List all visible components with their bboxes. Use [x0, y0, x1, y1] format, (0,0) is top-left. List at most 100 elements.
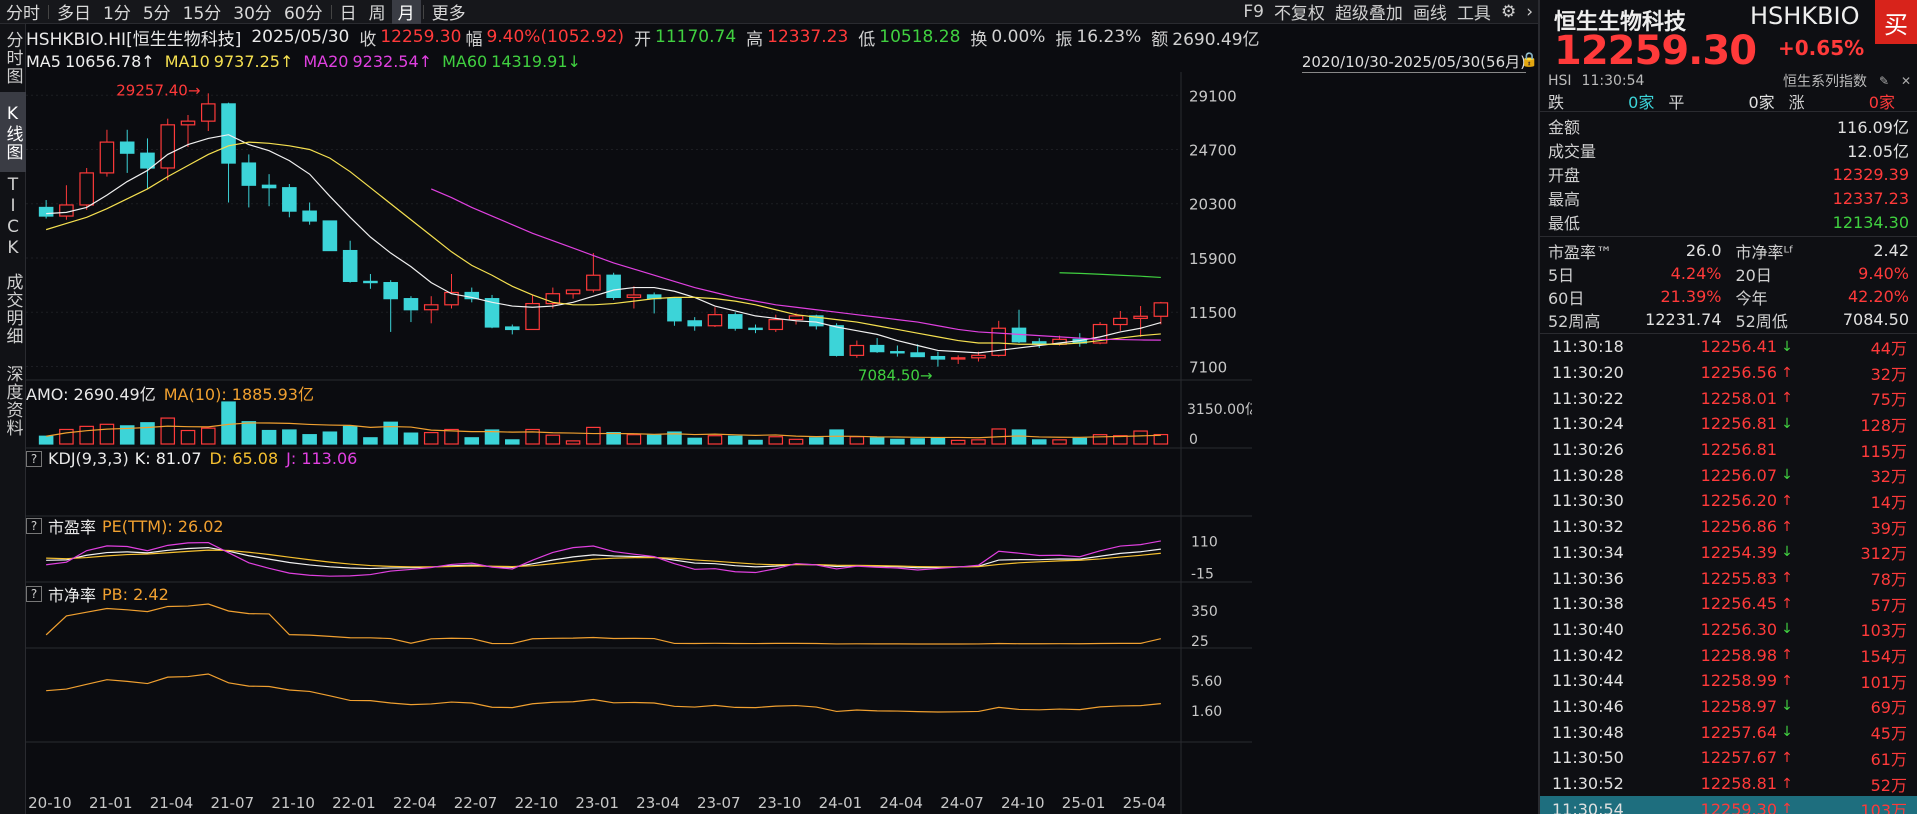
- candle-body[interactable]: [59, 204, 74, 217]
- candle-body[interactable]: [261, 184, 277, 189]
- tick-row[interactable]: 11:30:38 12256.45 ↑ 57万: [1540, 591, 1917, 617]
- candle-body[interactable]: [586, 274, 601, 291]
- help-icon[interactable]: ?: [26, 586, 42, 602]
- candle-body[interactable]: [971, 354, 986, 359]
- candle-body[interactable]: [282, 187, 297, 212]
- candle-body[interactable]: [200, 103, 216, 122]
- kline-chart[interactable]: 29100 24700 20300 15900 11500 7100 29257.40→ 70…: [26, 72, 1252, 814]
- toolbar-right-item[interactable]: 不复权: [1269, 0, 1330, 24]
- vertical-tab[interactable]: 深度资料: [0, 356, 26, 446]
- candle-body[interactable]: [930, 355, 946, 360]
- tick-row[interactable]: 11:30:52 12258.81 ↑ 52万: [1540, 771, 1917, 797]
- candle-body[interactable]: [890, 351, 905, 354]
- tick-row[interactable]: 11:30:36 12255.83 ↑ 78万: [1540, 565, 1917, 591]
- close-icon[interactable]: ✕: [1901, 74, 1911, 88]
- candle-body[interactable]: [241, 162, 257, 186]
- candle-body[interactable]: [99, 141, 115, 174]
- candle-body[interactable]: [221, 103, 236, 164]
- candle-body[interactable]: [119, 141, 135, 154]
- candle-body[interactable]: [79, 172, 94, 206]
- period-tab[interactable]: 月: [391, 0, 421, 24]
- tick-row[interactable]: 11:30:34 12254.39 ↓ 312万: [1540, 540, 1917, 566]
- candle-body[interactable]: [363, 280, 378, 284]
- tick-row[interactable]: 11:30:20 12256.56 ↑ 32万: [1540, 360, 1917, 386]
- candle-body[interactable]: [910, 352, 925, 358]
- candle-body[interactable]: [950, 357, 966, 360]
- candle-body[interactable]: [1113, 317, 1128, 326]
- tick-row[interactable]: 11:30:24 12256.81 ↓ 128万: [1540, 411, 1917, 437]
- toolbar-right-item[interactable]: F9: [1238, 2, 1269, 22]
- candle-body[interactable]: [423, 304, 439, 311]
- tick-row[interactable]: 11:30:22 12258.01 ↑ 75万: [1540, 385, 1917, 411]
- buy-button[interactable]: 买: [1875, 0, 1917, 44]
- help-icon[interactable]: ?: [26, 518, 42, 534]
- candle-body[interactable]: [565, 289, 581, 295]
- tick-row[interactable]: 11:30:18 12256.41 ↓ 44万: [1540, 334, 1917, 360]
- period-tab[interactable]: 分时: [0, 0, 46, 24]
- toolbar-right-item[interactable]: 超级叠加: [1330, 0, 1408, 24]
- candle-body[interactable]: [849, 344, 865, 356]
- candle-body[interactable]: [1133, 315, 1148, 319]
- candle-body[interactable]: [768, 319, 784, 331]
- amo-bar: [565, 440, 581, 445]
- toolbar-right-item[interactable]: 工具: [1452, 0, 1496, 24]
- candle-body[interactable]: [342, 249, 358, 282]
- gear-icon[interactable]: ⚙: [1496, 2, 1521, 22]
- tick-row[interactable]: 11:30:30 12256.20 ↑ 14万: [1540, 488, 1917, 514]
- candle-body[interactable]: [748, 327, 763, 331]
- vertical-tab[interactable]: K线图: [0, 92, 26, 172]
- period-tab[interactable]: 周: [363, 0, 392, 24]
- vertical-tab[interactable]: 成交明细: [0, 262, 26, 356]
- tick-row[interactable]: 11:30:48 12257.64 ↓ 45万: [1540, 719, 1917, 745]
- period-tab[interactable]: 1分: [97, 0, 137, 24]
- candle-body[interactable]: [606, 274, 621, 299]
- candle-body[interactable]: [707, 314, 723, 327]
- tick-row[interactable]: 11:30:26 12256.81 115万: [1540, 437, 1917, 463]
- candle-body[interactable]: [38, 206, 54, 217]
- tick-row[interactable]: 11:30:28 12256.07 ↓ 32万: [1540, 462, 1917, 488]
- candle-body[interactable]: [505, 326, 520, 331]
- candle-body[interactable]: [1153, 302, 1169, 317]
- period-tab[interactable]: 多日: [51, 0, 97, 24]
- tick-row[interactable]: 11:30:44 12258.99 ↑ 101万: [1540, 668, 1917, 694]
- candle-body[interactable]: [322, 220, 338, 252]
- series-name[interactable]: 恒生系列指数: [1783, 71, 1867, 91]
- tick-price: 12255.83: [1700, 568, 1777, 588]
- vertical-tab[interactable]: TICK: [0, 172, 26, 262]
- candle-body[interactable]: [788, 315, 804, 321]
- candle-body[interactable]: [140, 152, 155, 169]
- candle-body[interactable]: [829, 325, 844, 356]
- help-icon[interactable]: ?: [26, 450, 42, 467]
- period-tab[interactable]: 日: [334, 0, 363, 24]
- lock-icon[interactable]: 🔒: [1521, 52, 1538, 68]
- vertical-tab[interactable]: 分时图: [0, 24, 26, 92]
- toolbar-right-item[interactable]: 画线: [1408, 0, 1452, 24]
- period-tab[interactable]: 5分: [137, 0, 177, 24]
- candle-body[interactable]: [180, 120, 196, 126]
- candle-body[interactable]: [687, 320, 702, 327]
- candle-body[interactable]: [626, 294, 642, 299]
- candle-body[interactable]: [383, 282, 398, 300]
- stat-value: 12231.74: [1645, 310, 1722, 329]
- divider: [48, 4, 49, 19]
- date-range[interactable]: 2020/10/30-2025/05/30(56月): [1301, 51, 1526, 73]
- tick-row[interactable]: 11:30:54 12259.30 ↑ 103万: [1540, 796, 1917, 814]
- period-tab[interactable]: 30分: [227, 0, 278, 24]
- candle-body[interactable]: [302, 210, 317, 222]
- tick-row[interactable]: 11:30:46 12258.97 ↓ 69万: [1540, 694, 1917, 720]
- tick-row[interactable]: 11:30:32 12256.86 ↑ 39万: [1540, 514, 1917, 540]
- tick-row[interactable]: 11:30:50 12257.67 ↑ 61万: [1540, 745, 1917, 771]
- candle-body[interactable]: [727, 314, 743, 329]
- period-tab[interactable]: 60分: [278, 0, 329, 24]
- period-tab[interactable]: 15分: [177, 0, 228, 24]
- edit-icon[interactable]: ✎: [1879, 74, 1889, 88]
- candle-body[interactable]: [667, 298, 682, 322]
- tick-row[interactable]: 11:30:42 12258.98 ↑ 154万: [1540, 642, 1917, 668]
- candle-body[interactable]: [403, 298, 419, 311]
- tick-list[interactable]: 11:30:18 12256.41 ↓ 44万 11:30:20 12256.56 ↑ 32万…: [1540, 334, 1917, 814]
- candle-body[interactable]: [160, 124, 176, 169]
- chevron-right-icon[interactable]: ›: [1521, 2, 1538, 22]
- candle-body[interactable]: [869, 344, 885, 353]
- tick-row[interactable]: 11:30:40 12256.30 ↓ 103万: [1540, 617, 1917, 643]
- period-tab[interactable]: 更多: [426, 0, 472, 24]
